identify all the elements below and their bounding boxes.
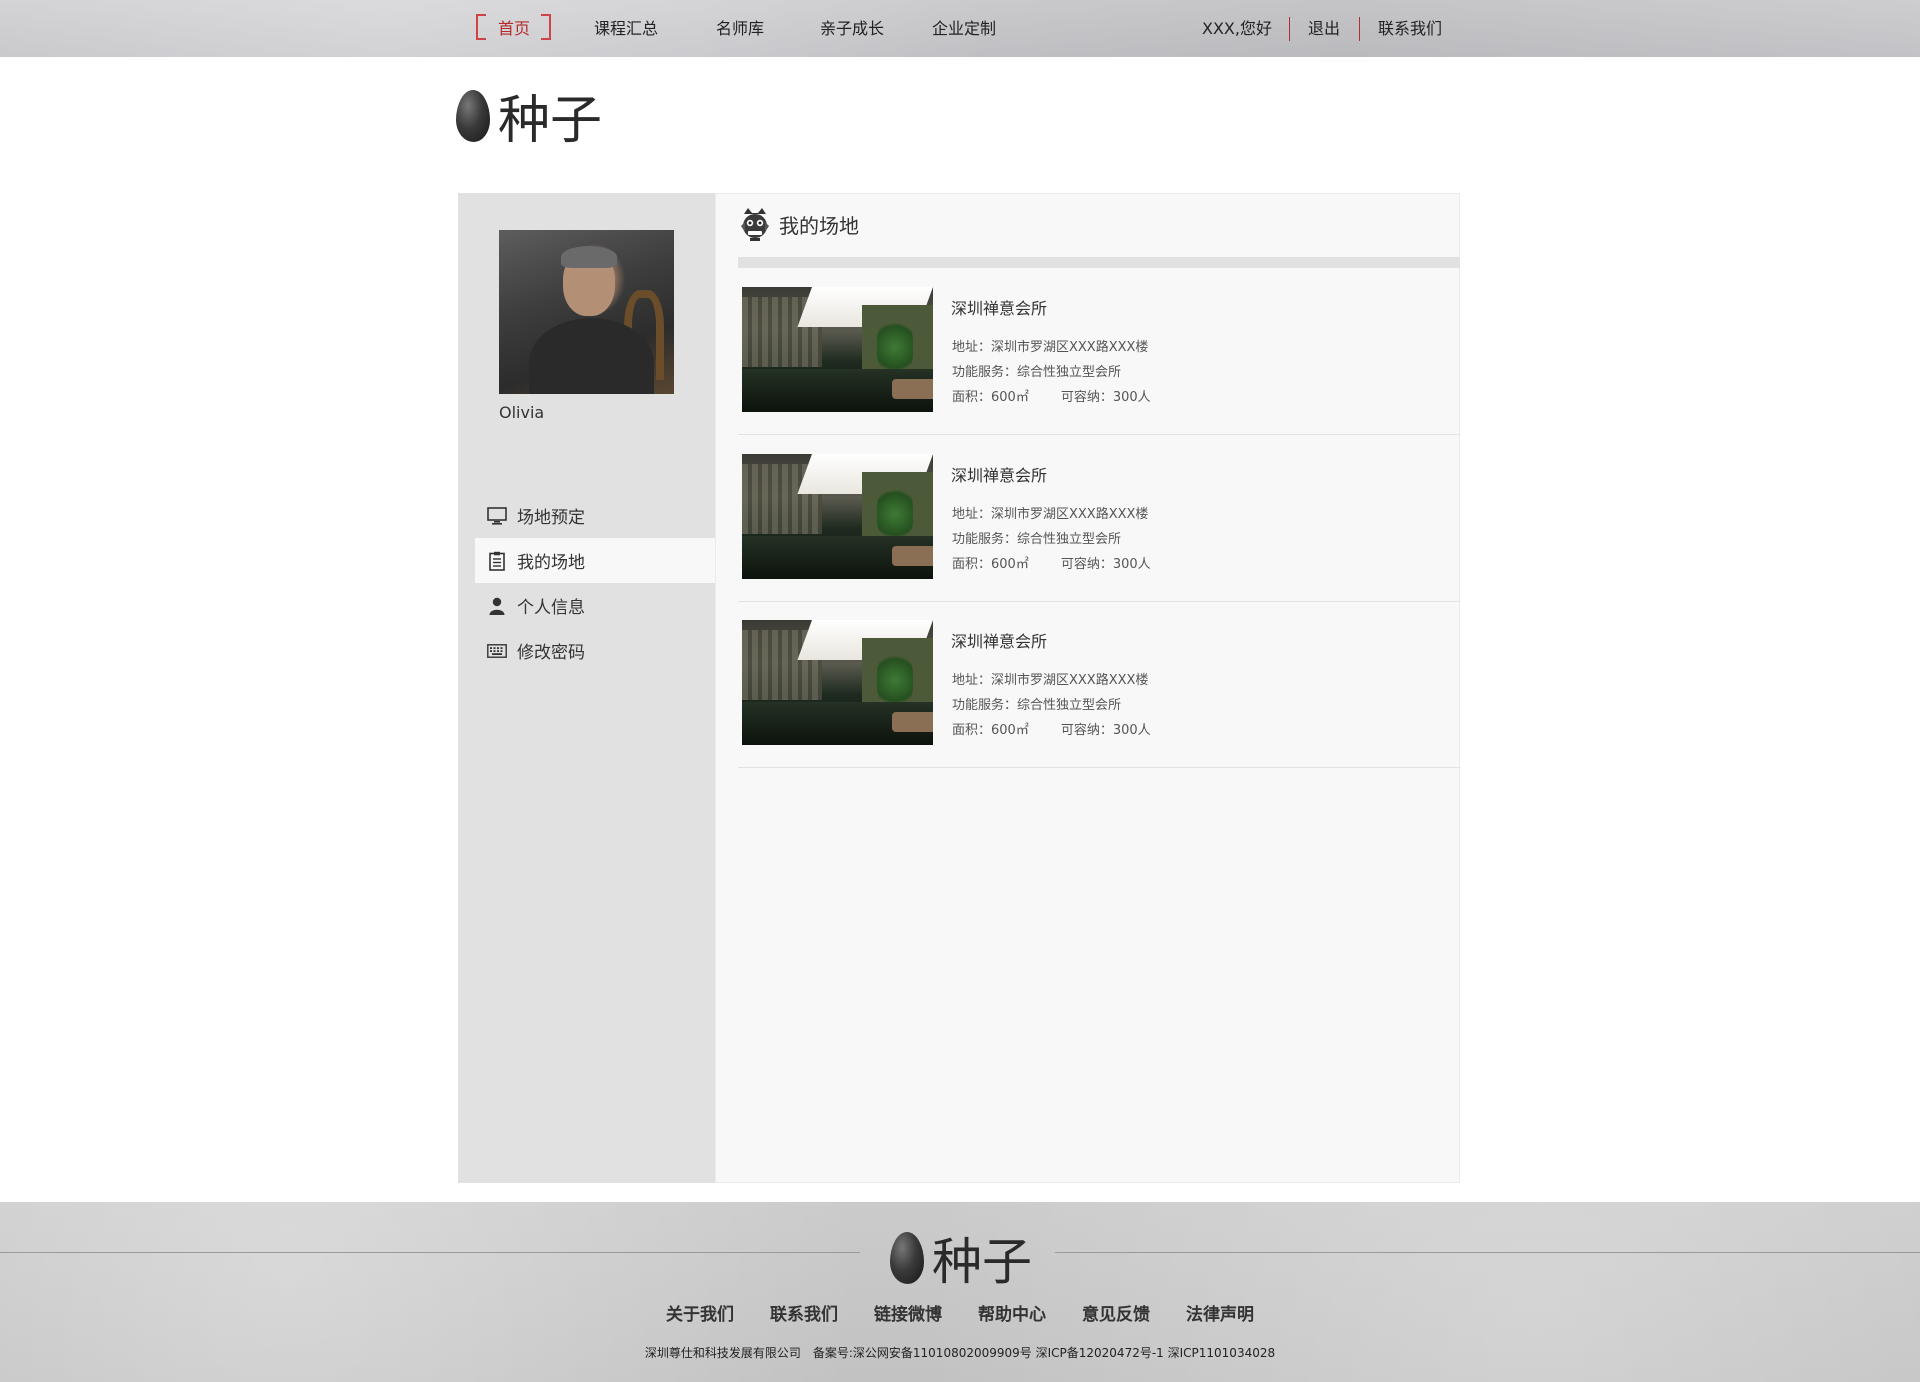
venue-area: 面积：600㎡ bbox=[952, 390, 1029, 405]
home-right-bracket bbox=[541, 14, 551, 40]
nav-teachers-link[interactable]: 名师库 bbox=[716, 16, 764, 42]
top-navigation-bar: 首页 课程汇总 名师库 亲子成长 企业定制 XXX,您好 退出 联系我们 bbox=[0, 0, 1920, 57]
venue-service: 功能服务：综合性独立型会所 bbox=[952, 698, 1122, 713]
title-divider bbox=[738, 257, 1460, 268]
sidebar-item-my-venues[interactable]: 我的场地 bbox=[475, 538, 715, 583]
venue-card[interactable]: 深圳禅意会所 地址：深圳市罗湖区XXX路XXX楼 功能服务：综合性独立型会所 面… bbox=[738, 601, 1460, 768]
sidebar-item-label: 个人信息 bbox=[517, 598, 585, 618]
venue-service: 功能服务：综合性独立型会所 bbox=[952, 532, 1122, 547]
footer-divider bbox=[1055, 1252, 1920, 1253]
footer-logo[interactable]: 种子 bbox=[890, 1222, 1032, 1294]
venue-address: 地址：深圳市罗湖区XXX路XXX楼 bbox=[952, 673, 1149, 688]
sidebar-item-change-password[interactable]: 修改密码 bbox=[475, 628, 715, 673]
footer-divider bbox=[0, 1252, 860, 1253]
clipboard-icon bbox=[487, 551, 507, 571]
nav-courses-link[interactable]: 课程汇总 bbox=[594, 16, 658, 42]
logout-link[interactable]: 退出 bbox=[1308, 16, 1340, 42]
sidebar-item-label: 修改密码 bbox=[517, 643, 585, 663]
venue-capacity: 可容纳：300人 bbox=[1060, 557, 1151, 572]
nav-parenting-link[interactable]: 亲子成长 bbox=[820, 16, 884, 42]
venue-photo[interactable] bbox=[742, 620, 933, 745]
site-logo[interactable]: 种子 bbox=[456, 78, 602, 153]
venue-capacity: 可容纳：300人 bbox=[1060, 390, 1151, 405]
venue-name[interactable]: 深圳禅意会所 bbox=[951, 295, 1047, 319]
footer-link-contact[interactable]: 联系我们 bbox=[770, 1300, 838, 1325]
venue-capacity: 可容纳：300人 bbox=[1060, 723, 1151, 738]
sidebar-menu: 场地预定 我的场地 个人信息 修改密码 bbox=[475, 493, 715, 673]
seed-logo-icon bbox=[890, 1232, 924, 1284]
venue-address: 地址：深圳市罗湖区XXX路XXX楼 bbox=[952, 340, 1149, 355]
footer-copyright: 深圳尊仕和科技发展有限公司 备案号:深公网安备11010802009909号 深… bbox=[644, 1346, 1276, 1360]
venue-area-capacity: 面积：600㎡ 可容纳：300人 bbox=[952, 719, 1151, 738]
footer-link-feedback[interactable]: 意见反馈 bbox=[1082, 1300, 1150, 1325]
sidebar-item-venue-booking[interactable]: 场地预定 bbox=[475, 493, 715, 538]
sidebar-item-personal-info[interactable]: 个人信息 bbox=[475, 583, 715, 628]
sidebar-item-label: 我的场地 bbox=[517, 553, 585, 573]
venue-area: 面积：600㎡ bbox=[952, 557, 1029, 572]
venue-card[interactable]: 深圳禅意会所 地址：深圳市罗湖区XXX路XXX楼 功能服务：综合性独立型会所 面… bbox=[738, 268, 1460, 435]
nav-separator bbox=[1359, 17, 1360, 41]
venue-address: 地址：深圳市罗湖区XXX路XXX楼 bbox=[952, 507, 1149, 522]
home-left-bracket bbox=[476, 14, 486, 40]
venue-card[interactable]: 深圳禅意会所 地址：深圳市罗湖区XXX路XXX楼 功能服务：综合性独立型会所 面… bbox=[738, 435, 1460, 602]
venue-name[interactable]: 深圳禅意会所 bbox=[951, 462, 1047, 486]
venue-area-capacity: 面积：600㎡ 可容纳：300人 bbox=[952, 553, 1151, 572]
seed-logo-icon bbox=[456, 89, 490, 142]
venue-photo[interactable] bbox=[742, 454, 933, 579]
footer-links: 关于我们 联系我们 链接微博 帮助中心 意见反馈 法律声明 bbox=[0, 1300, 1920, 1325]
person-icon bbox=[487, 596, 507, 616]
keyboard-icon bbox=[487, 641, 507, 661]
footer-link-legal[interactable]: 法律声明 bbox=[1186, 1300, 1254, 1325]
contact-link[interactable]: 联系我们 bbox=[1378, 16, 1442, 42]
mascot-icon bbox=[738, 206, 772, 242]
footer: 种子 关于我们 联系我们 链接微博 帮助中心 意见反馈 法律声明 深圳尊仕和科技… bbox=[0, 1202, 1920, 1382]
footer-link-help[interactable]: 帮助中心 bbox=[978, 1300, 1046, 1325]
venue-area: 面积：600㎡ bbox=[952, 723, 1029, 738]
user-greeting[interactable]: XXX,您好 bbox=[1202, 16, 1272, 42]
venue-area-capacity: 面积：600㎡ 可容纳：300人 bbox=[952, 386, 1151, 405]
avatar bbox=[499, 230, 674, 394]
monitor-icon bbox=[487, 506, 507, 526]
logo-text: 种子 bbox=[932, 1233, 1032, 1291]
sidebar: Olivia 场地预定 我的场地 个人信息 修改密码 bbox=[458, 193, 715, 1183]
user-name: Olivia bbox=[499, 403, 545, 422]
venue-name[interactable]: 深圳禅意会所 bbox=[951, 628, 1047, 652]
page-title: 我的场地 bbox=[779, 213, 859, 238]
footer-link-about[interactable]: 关于我们 bbox=[666, 1300, 734, 1325]
nav-separator bbox=[1289, 17, 1290, 41]
logo-text: 种子 bbox=[498, 91, 603, 151]
nav-enterprise-link[interactable]: 企业定制 bbox=[932, 16, 996, 42]
footer-link-weibo[interactable]: 链接微博 bbox=[874, 1300, 942, 1325]
content-header: 我的场地 bbox=[738, 204, 859, 244]
venue-photo[interactable] bbox=[742, 287, 933, 412]
sidebar-item-label: 场地预定 bbox=[517, 508, 585, 528]
nav-home-link[interactable]: 首页 bbox=[498, 16, 530, 42]
main-content: 我的场地 深圳禅意会所 地址：深圳市罗湖区XXX路XXX楼 功能服务：综合性独立… bbox=[715, 193, 1460, 1183]
venue-service: 功能服务：综合性独立型会所 bbox=[952, 365, 1122, 380]
